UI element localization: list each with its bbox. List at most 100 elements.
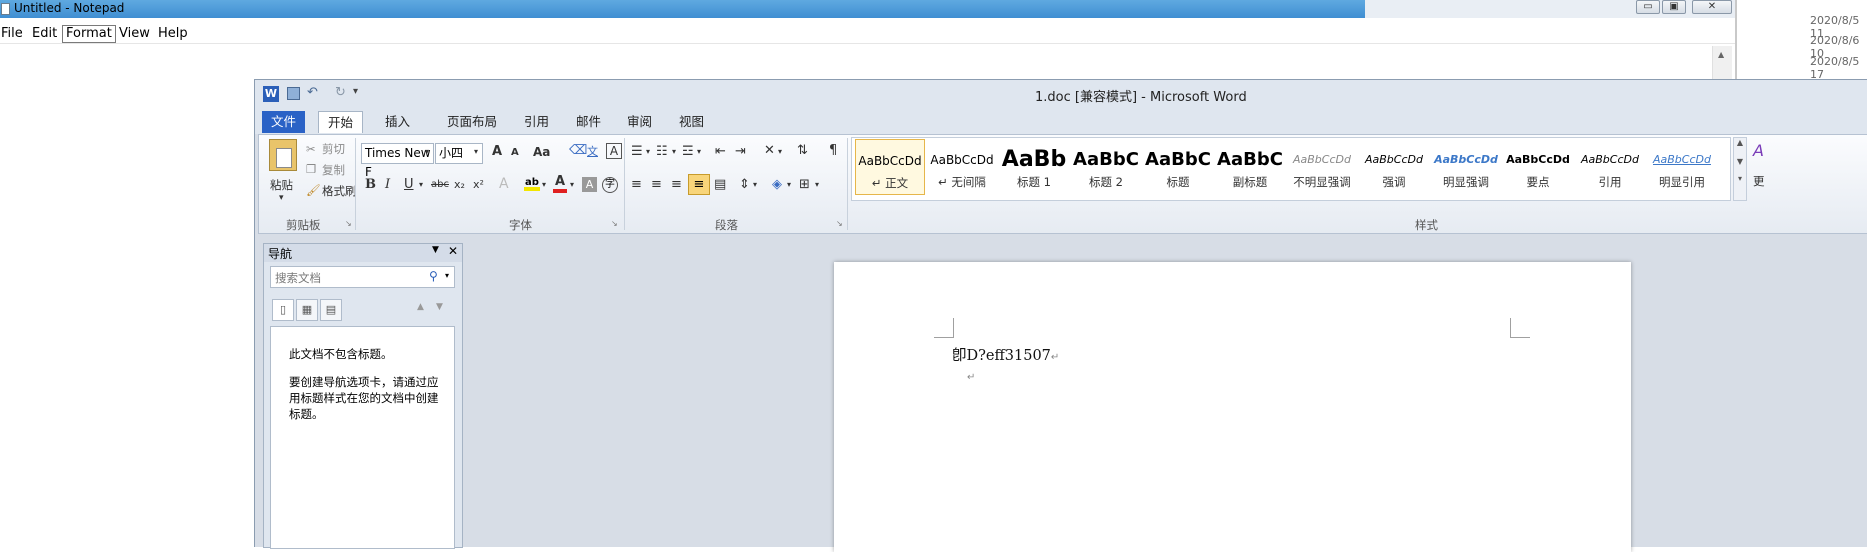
tab-review[interactable]: 审阅: [618, 111, 661, 133]
document-page[interactable]: 卽D?eff31507↵ ↵: [834, 262, 1631, 552]
clipboard-launcher-icon[interactable]: ↘: [345, 219, 352, 228]
tab-file[interactable]: 文件: [262, 111, 306, 133]
bullets-dropdown-icon[interactable]: ▾: [646, 147, 650, 156]
menu-view[interactable]: View: [116, 25, 153, 43]
borders-dropdown-icon[interactable]: ▾: [815, 180, 819, 189]
scroll-up-icon[interactable]: ▲: [1718, 50, 1724, 59]
style-heading-1[interactable]: AaBb 标题 1: [999, 139, 1069, 195]
grow-font-button[interactable]: A: [492, 144, 502, 159]
subscript-button[interactable]: x₂: [454, 178, 465, 191]
nav-close-icon[interactable]: ✕: [448, 244, 458, 258]
style-heading-2[interactable]: AaBbC 标题 2: [1071, 139, 1141, 195]
font-launcher-icon[interactable]: ↘: [611, 219, 618, 228]
nav-options-icon[interactable]: ▼: [432, 245, 439, 255]
numbering-dropdown-icon[interactable]: ▾: [672, 147, 676, 156]
font-color-icon[interactable]: A: [553, 175, 567, 193]
nav-prev-icon[interactable]: ▲: [417, 302, 424, 312]
paste-icon[interactable]: [269, 139, 297, 171]
format-painter-button[interactable]: 格式刷: [322, 183, 357, 199]
redo-icon[interactable]: ↻: [335, 85, 346, 100]
word-titlebar[interactable]: W ↶ ↻ ▾ 1.doc [兼容模式] - Microsoft Word: [255, 80, 1867, 108]
enclose-characters-icon[interactable]: 字: [602, 177, 618, 193]
tab-page-layout[interactable]: 页面布局: [438, 111, 506, 133]
document-text[interactable]: 卽D?eff31507↵: [952, 344, 1059, 365]
paste-dropdown-icon[interactable]: ▾: [279, 193, 284, 203]
copy-button[interactable]: 复制: [322, 162, 345, 178]
font-name-combo[interactable]: Times New F: [361, 143, 434, 179]
superscript-button[interactable]: x²: [473, 178, 484, 191]
nav-search-input[interactable]: 搜索文档 ⚲ ▾: [270, 266, 455, 288]
style-strong[interactable]: AaBbCcDd 要点: [1503, 139, 1573, 195]
phonetic-guide-icon[interactable]: 文: [587, 143, 598, 159]
cut-button[interactable]: 剪切: [322, 141, 345, 157]
bold-button[interactable]: B: [365, 177, 376, 192]
style-normal[interactable]: AaBbCcDd ↵ 正文: [855, 139, 925, 195]
distribute-icon[interactable]: ▤: [714, 177, 726, 192]
style-subtle-emphasis[interactable]: AaBbCcDd 不明显强调: [1287, 139, 1357, 195]
italic-button[interactable]: I: [385, 177, 390, 192]
shrink-font-button[interactable]: A: [511, 147, 519, 158]
style-no-spacing[interactable]: AaBbCcDd ↵ 无间隔: [927, 139, 997, 195]
multilevel-dropdown-icon[interactable]: ▾: [697, 147, 701, 156]
styles-scroll-down-icon[interactable]: ▼: [1734, 157, 1746, 166]
text-effects-icon[interactable]: A: [499, 176, 509, 192]
style-title[interactable]: AaBbC 标题: [1143, 139, 1213, 195]
shading-dropdown-icon[interactable]: ▾: [787, 180, 791, 189]
sort-icon[interactable]: ⇅: [797, 143, 808, 158]
underline-dropdown-icon[interactable]: ▾: [419, 180, 423, 189]
change-styles-icon[interactable]: A: [1753, 141, 1764, 160]
search-icon[interactable]: ⚲: [429, 269, 438, 283]
style-intense-emphasis[interactable]: AaBbCcDd 明显强调: [1431, 139, 1501, 195]
cut-icon[interactable]: ✂: [306, 142, 316, 156]
paste-button[interactable]: 粘贴: [270, 177, 293, 193]
tab-references[interactable]: 引用: [515, 111, 558, 133]
search-dropdown-icon[interactable]: ▾: [445, 271, 449, 280]
menu-file[interactable]: File: [0, 25, 26, 43]
nav-tab-pages[interactable]: ▦: [296, 299, 318, 321]
styles-scroll-up-icon[interactable]: ▲: [1734, 138, 1746, 147]
font-name-dropdown-icon[interactable]: ▾: [425, 147, 429, 156]
highlight-dropdown-icon[interactable]: ▾: [542, 180, 546, 189]
character-shading-icon[interactable]: A: [582, 177, 597, 192]
copy-icon[interactable]: ❐: [306, 162, 316, 176]
align-left-icon[interactable]: ≡: [631, 177, 642, 192]
style-emphasis[interactable]: AaBbCcDd 强调: [1359, 139, 1429, 195]
strikethrough-button[interactable]: abc: [431, 179, 449, 190]
clear-formatting-icon[interactable]: ⌫: [569, 143, 587, 158]
borders-icon[interactable]: ⊞: [799, 177, 810, 192]
change-case-button[interactable]: Aa: [533, 145, 550, 159]
styles-scroll[interactable]: ▲ ▼ ▾: [1733, 137, 1747, 201]
line-spacing-icon[interactable]: ⇕: [739, 177, 750, 192]
style-quote[interactable]: AaBbCcDd 引用: [1575, 139, 1645, 195]
align-right-icon[interactable]: ≡: [671, 177, 682, 192]
save-icon[interactable]: [287, 87, 300, 100]
menu-edit[interactable]: Edit: [29, 25, 60, 43]
underline-button[interactable]: U: [404, 177, 414, 192]
style-intense-quote[interactable]: AaBbCcDd 明显引用: [1647, 139, 1717, 195]
customize-qat-icon[interactable]: ▾: [353, 86, 358, 97]
styles-more-icon[interactable]: ▾: [1734, 174, 1746, 183]
notepad-titlebar[interactable]: [0, 0, 1365, 18]
line-spacing-dropdown-icon[interactable]: ▾: [753, 180, 757, 189]
format-painter-icon[interactable]: 🖌: [306, 183, 321, 197]
nav-next-icon[interactable]: ▼: [436, 302, 443, 312]
numbering-icon[interactable]: ☷: [656, 144, 668, 159]
tab-home[interactable]: 开始: [318, 111, 364, 133]
tab-mailings[interactable]: 邮件: [567, 111, 610, 133]
tab-view[interactable]: 视图: [670, 111, 713, 133]
font-size-dropdown-icon[interactable]: ▾: [474, 147, 478, 156]
nav-tab-results[interactable]: ▤: [320, 299, 342, 321]
chinese-layout-dropdown-icon[interactable]: ▾: [778, 147, 782, 156]
close-button[interactable]: ✕: [1692, 0, 1732, 14]
decrease-indent-icon[interactable]: ⇤: [715, 144, 726, 159]
paragraph-launcher-icon[interactable]: ↘: [836, 219, 843, 228]
increase-indent-icon[interactable]: ⇥: [735, 144, 746, 159]
style-subtitle[interactable]: AaBbC 副标题: [1215, 139, 1285, 195]
align-center-icon[interactable]: ≡: [651, 177, 662, 192]
shading-icon[interactable]: ◈: [772, 177, 782, 192]
chinese-layout-icon[interactable]: ✕: [764, 143, 775, 158]
menu-help[interactable]: Help: [155, 25, 191, 43]
character-border-icon[interactable]: A: [606, 143, 622, 159]
minimize-button[interactable]: ▭: [1636, 0, 1660, 14]
maximize-button[interactable]: ▣: [1662, 0, 1686, 14]
